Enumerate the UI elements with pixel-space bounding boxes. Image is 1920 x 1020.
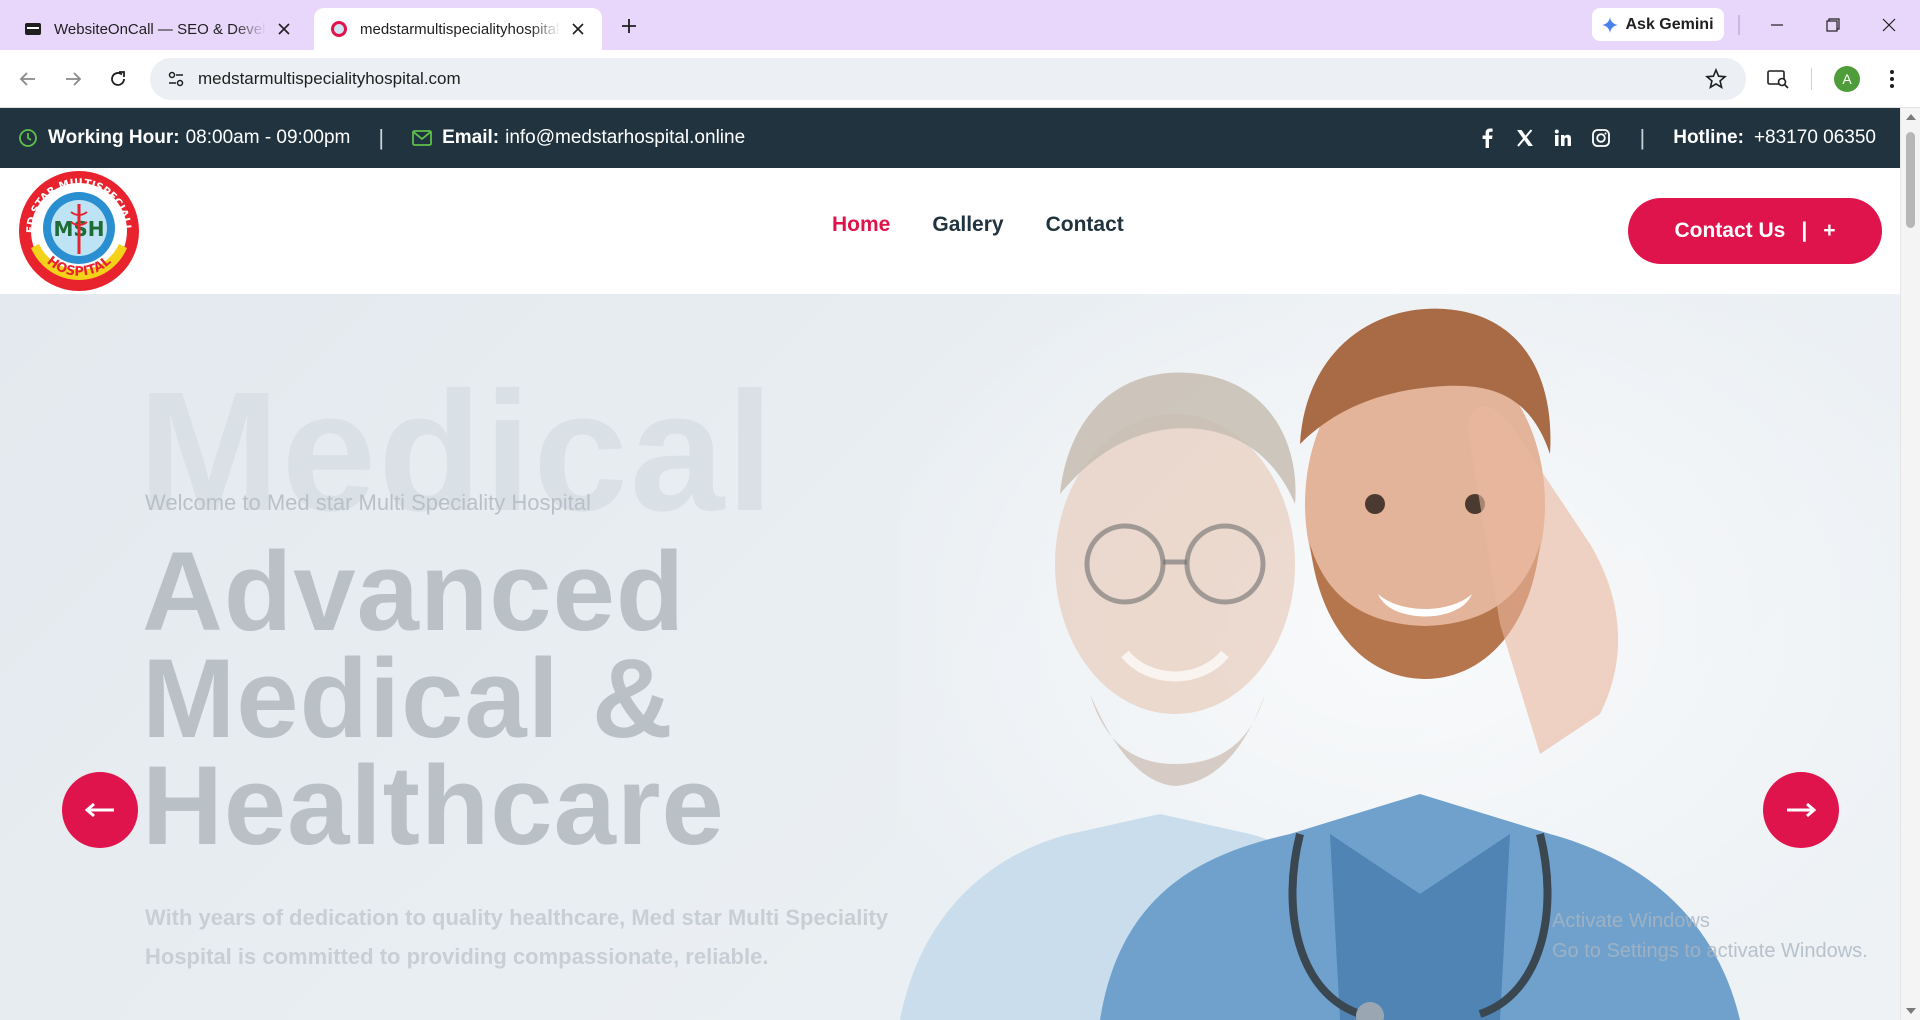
instagram-icon[interactable] [1590,127,1612,149]
scroll-up-arrow-icon[interactable] [1905,112,1917,122]
nav-item-contact[interactable]: Contact [1046,213,1124,237]
toolbar-divider [1811,68,1812,90]
activate-windows-watermark: Activate Windows Go to Settings to activ… [1552,906,1868,966]
more-menu-icon[interactable] [1876,63,1908,95]
restore-window-icon[interactable] [1818,10,1848,40]
plus-icon: + [1823,219,1836,242]
browser-toolbar: medstarmultispecialityhospital.com A [0,50,1920,108]
arrow-right-icon [1787,802,1816,818]
envelope-icon [412,130,432,146]
email-info: Email: info@medstarhospital.online [412,127,745,149]
msh-logo-emblem: MSH MED STAR MULTISPECIALITY HOSPITAL [13,161,139,291]
watermark-line: Go to Settings to activate Windows. [1552,940,1868,962]
site-header: MSH MED STAR MULTISPECIALITY HOSPITAL Ho… [0,161,1900,294]
site-settings-icon[interactable] [164,67,188,91]
arrow-left-icon [85,802,114,818]
hero-title-line: Medical & [142,636,674,761]
topbar-divider: | [1639,125,1646,150]
back-arrow-icon[interactable] [12,63,44,95]
hero-description: With years of dedication to quality heal… [145,905,889,969]
site-favicon-icon [25,23,41,35]
email-value[interactable]: info@medstarhospital.online [505,127,745,149]
top-info-bar: Working Hour: 08:00am - 09:00pm | Email:… [0,108,1900,168]
hotline-value[interactable]: +83170 06350 [1754,127,1876,149]
nav-item-home[interactable]: Home [832,213,890,237]
main-navigation: Home Gallery Contact [832,213,1124,237]
profile-avatar[interactable]: A [1834,66,1860,92]
scrollbar-thumb[interactable] [1906,132,1915,228]
contact-us-button[interactable]: Contact Us | + [1628,198,1882,264]
forward-arrow-icon[interactable] [57,63,89,95]
hero-title-line: Advanced [142,529,686,654]
tab-title: medstarmultispecialityhospital.com [360,20,560,38]
button-divider: | [1801,219,1808,242]
page-viewport: Working Hour: 08:00am - 09:00pm | Email:… [0,108,1920,1020]
hospital-logo[interactable]: MSH MED STAR MULTISPECIALITY HOSPITAL [13,161,140,292]
nav-item-gallery[interactable]: Gallery [932,213,1003,237]
hours-value: 08:00am - 09:00pm [185,127,351,148]
browser-tab-websiteoncall[interactable]: WebsiteOnCall — SEO & Development [8,8,308,50]
hero-slider: Medical Welcome to Med star Multi Specia… [0,294,1900,1020]
gemini-sparkle-icon [1602,16,1619,33]
close-window-icon[interactable] [1874,10,1904,40]
page-scrollbar[interactable] [1900,108,1920,1020]
toolbar-divider [1738,15,1740,35]
new-tab-plus-icon[interactable] [616,13,642,39]
reload-icon[interactable] [102,63,134,95]
url-text[interactable]: medstarmultispecialityhospital.com [198,69,461,89]
hero-title: Advanced Medical & Healthcare [142,529,725,868]
contact-us-label: Contact Us [1674,219,1786,242]
slider-next-button[interactable] [1763,772,1839,848]
hero-title-line: Healthcare [142,743,725,868]
browser-tab-strip: WebsiteOnCall — SEO & Development medsta… [0,0,1920,50]
linkedin-icon[interactable] [1552,127,1574,149]
bookmark-star-icon[interactable] [1704,67,1728,91]
tab-title: WebsiteOnCall — SEO & Development [54,20,266,38]
hospital-favicon-icon [331,21,347,37]
facebook-icon[interactable] [1476,127,1498,149]
browser-tab-medstar[interactable]: medstarmultispecialityhospital.com [314,8,602,50]
x-icon[interactable] [1514,127,1536,149]
working-hours: Working Hour: 08:00am - 09:00pm [18,127,350,149]
media-search-icon[interactable] [1762,63,1794,95]
ask-gemini-label: Ask Gemini [1625,15,1714,33]
email-label: Email: [442,127,500,148]
minimize-window-icon[interactable] [1762,10,1792,40]
hero-welcome-text: Welcome to Med star Multi Speciality Hos… [145,490,591,515]
watermark-line: Activate Windows [1552,910,1710,932]
topbar-divider: | [378,125,385,150]
hours-label: Working Hour: [48,127,180,148]
hotline-info: Hotline: +83170 06350 [1673,127,1876,149]
ask-gemini-button[interactable]: Ask Gemini [1592,8,1724,41]
address-bar[interactable]: medstarmultispecialityhospital.com [150,58,1746,100]
hero-background-word: Medical [138,357,776,547]
slider-prev-button[interactable] [62,772,138,848]
close-tab-icon[interactable] [274,19,294,39]
close-tab-icon[interactable] [568,19,588,39]
scroll-down-arrow-icon[interactable] [1905,1006,1917,1016]
social-links [1476,127,1612,149]
hotline-label: Hotline: [1673,127,1744,148]
clock-icon [19,129,37,147]
